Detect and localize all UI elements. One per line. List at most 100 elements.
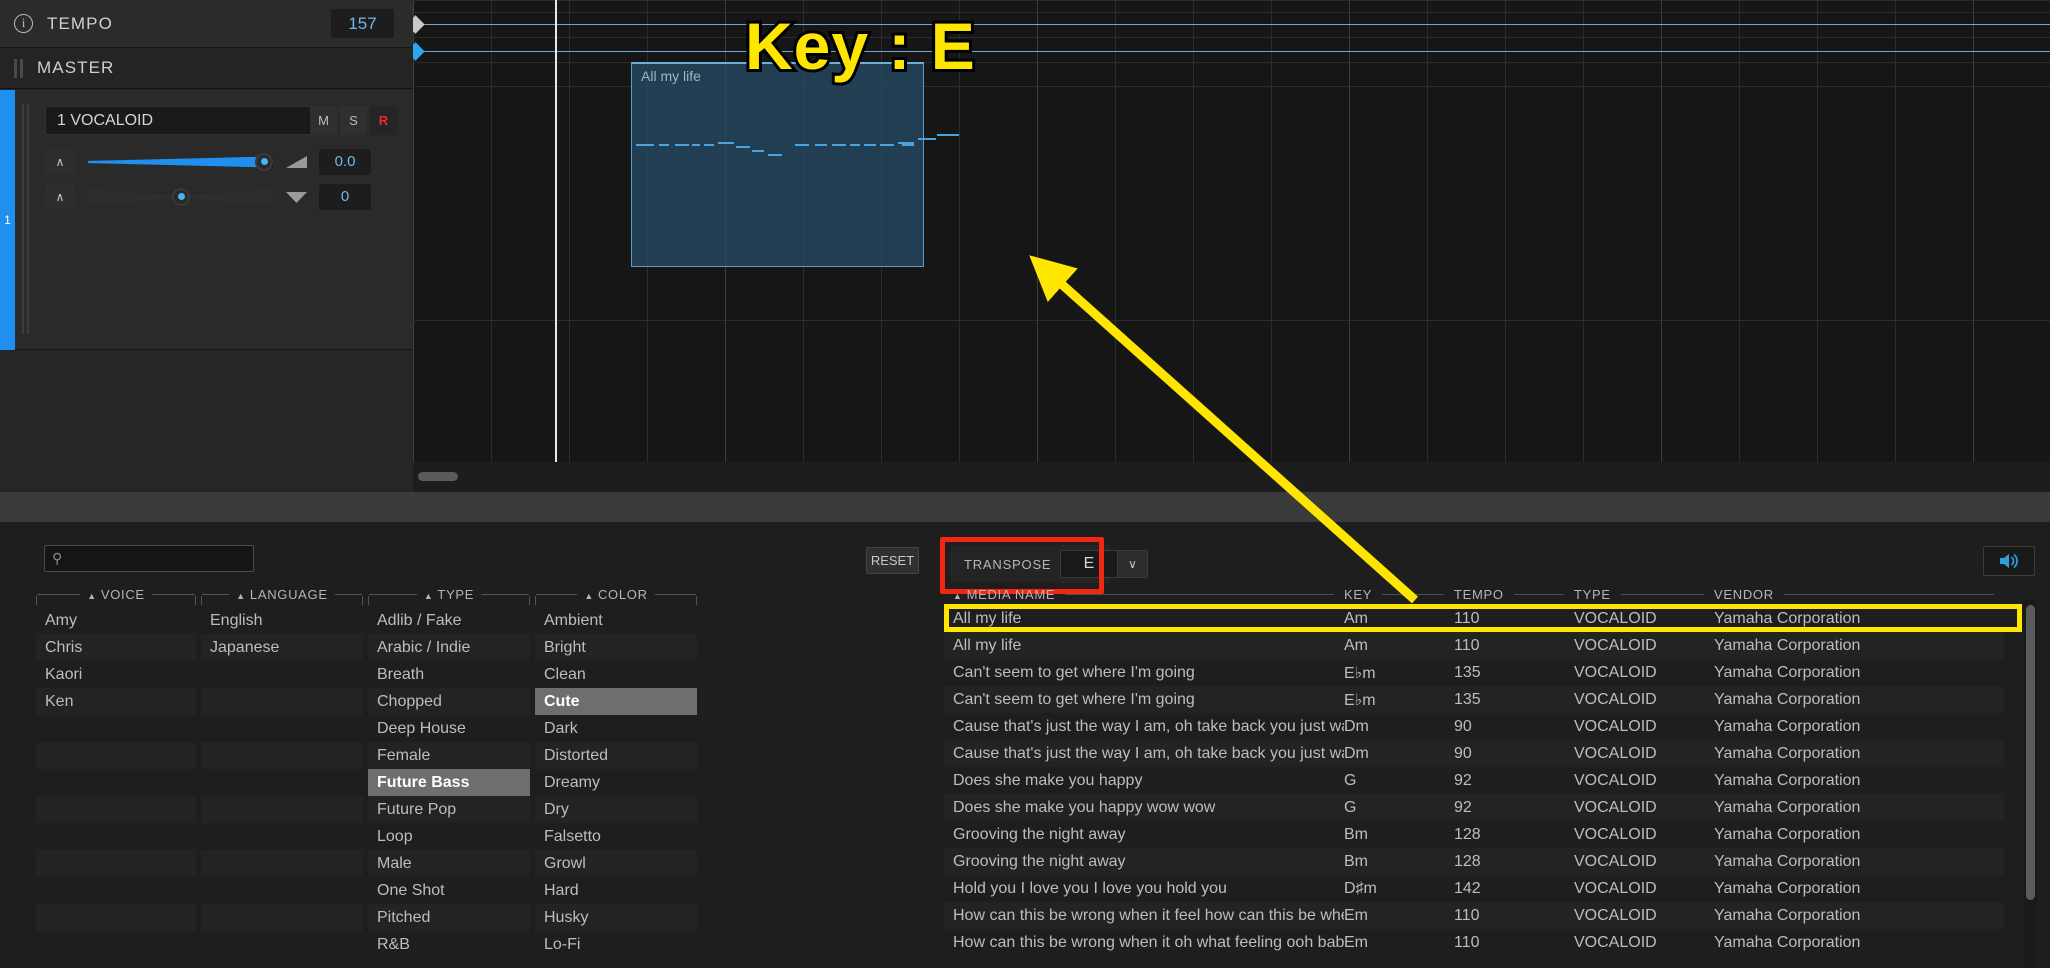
search-field[interactable] <box>66 550 237 567</box>
header-corner <box>529 596 530 605</box>
filter-item[interactable]: Amy <box>36 607 196 634</box>
filter-item[interactable]: Japanese <box>201 634 363 661</box>
table-row[interactable]: Hold you I love you I love you hold you D… <box>944 875 2004 902</box>
table-row[interactable]: How can this be wrong when it oh what fe… <box>944 929 2004 956</box>
filter-item[interactable]: Dry <box>535 796 697 823</box>
filter-header-voice[interactable]: ▲ VOICE <box>36 583 197 605</box>
filter-item[interactable]: Kaori <box>36 661 196 688</box>
media-table-scrollbar[interactable] <box>2023 600 2037 968</box>
volume-value[interactable]: 0.0 <box>319 148 371 175</box>
column-header-label: TYPE <box>1574 586 1611 602</box>
filter-item[interactable]: Bright <box>535 634 697 661</box>
transpose-value[interactable]: E <box>1060 550 1118 578</box>
pan-row: ∧ 0 <box>45 181 385 212</box>
tempo-value[interactable]: 157 <box>331 9 394 38</box>
filter-item[interactable]: Dreamy <box>535 769 697 796</box>
panel-divider[interactable] <box>0 492 2050 522</box>
mute-button[interactable]: M <box>310 106 337 135</box>
filter-item[interactable]: Breath <box>368 661 530 688</box>
cell-name: Cause that's just the way I am, oh take … <box>953 717 1344 735</box>
table-row[interactable]: Grooving the night away Bm 128 VOCALOID Yama… <box>944 848 2004 875</box>
filter-item[interactable]: Adlib / Fake <box>368 607 530 634</box>
audio-clip-all-my-life[interactable]: All my life <box>631 62 959 267</box>
reset-button[interactable]: RESET <box>866 547 919 574</box>
filter-item[interactable]: English <box>201 607 363 634</box>
solo-button[interactable]: S <box>340 106 367 135</box>
track-name-field[interactable]: 1 VOCALOID <box>45 106 325 135</box>
filter-header-type[interactable]: ▲ TYPE <box>368 583 530 605</box>
table-row[interactable]: Grooving the night away Bm 128 VOCALOID Yama… <box>944 821 2004 848</box>
filter-item[interactable]: One Shot <box>368 877 530 904</box>
pan-slider[interactable] <box>88 186 273 208</box>
filter-item[interactable]: Chris <box>36 634 196 661</box>
table-row[interactable]: Can't seem to get where I'm going E♭m 135 V… <box>944 686 2004 713</box>
chevron-down-icon[interactable]: ∨ <box>1118 550 1148 578</box>
filter-item[interactable]: Lo-Fi <box>535 931 697 958</box>
automation-handle-2[interactable] <box>413 42 425 61</box>
filter-item[interactable]: Growl <box>535 850 697 877</box>
filter-item[interactable]: Future Bass <box>368 769 530 796</box>
grid-line-vertical <box>1739 0 1740 462</box>
filter-item-empty <box>201 850 363 877</box>
search-input[interactable]: ⚲ <box>44 545 254 572</box>
pan-expand-button[interactable]: ∧ <box>45 184 75 209</box>
cell-name: Can't seem to get where I'm going <box>953 663 1195 681</box>
filter-item[interactable]: Ken <box>36 688 196 715</box>
filter-item[interactable]: Deep House <box>368 715 530 742</box>
filter-header-language[interactable]: ▲ LANGUAGE <box>201 583 364 605</box>
table-row[interactable]: Cause that's just the way I am, oh take … <box>944 713 2004 740</box>
filter-item[interactable]: Male <box>368 850 530 877</box>
table-row[interactable]: How can this be wrong when it feel how c… <box>944 902 2004 929</box>
automation-lane-1[interactable] <box>413 24 2050 25</box>
filter-item[interactable]: Distorted <box>535 742 697 769</box>
midi-note <box>736 146 750 148</box>
filter-item[interactable]: Dark <box>535 715 697 742</box>
filter-item[interactable]: Female <box>368 742 530 769</box>
column-header-vendor[interactable]: VENDOR <box>1714 583 2004 605</box>
automation-handle-1[interactable] <box>413 15 425 34</box>
timeline-canvas[interactable]: All my life <box>413 0 2050 462</box>
column-header-type[interactable]: TYPE <box>1574 583 1714 605</box>
master-row[interactable]: MASTER <box>0 48 413 89</box>
filter-item[interactable]: Husky <box>535 904 697 931</box>
filter-item[interactable]: Cute <box>535 688 697 715</box>
volume-row: ∧ 0.0 <box>45 146 385 177</box>
audition-button[interactable] <box>1983 546 2035 576</box>
volume-slider-knob[interactable] <box>255 152 273 171</box>
filter-item[interactable]: Falsetto <box>535 823 697 850</box>
filter-item[interactable]: Pitched <box>368 904 530 931</box>
filter-item[interactable]: Hard <box>535 877 697 904</box>
record-button[interactable]: R <box>370 106 397 135</box>
track-number[interactable]: 1 <box>0 90 15 350</box>
table-row[interactable]: Can't seem to get where I'm going E♭m 135 V… <box>944 659 2004 686</box>
filter-item[interactable]: R&B <box>368 931 530 958</box>
table-row[interactable]: All my life Am 110 VOCALOID Yamaha Corporati… <box>944 632 2004 659</box>
filter-header-color[interactable]: ▲ COLOR <box>535 583 697 605</box>
filter-item[interactable]: Loop <box>368 823 530 850</box>
transpose-dropdown[interactable]: E ∨ <box>1060 550 1148 578</box>
table-row[interactable]: Does she make you happy wow wow G 92 VOCALO… <box>944 794 2004 821</box>
filter-item-empty <box>36 904 196 931</box>
automation-lane-2[interactable] <box>413 51 2050 52</box>
filter-item[interactable]: Chopped <box>368 688 530 715</box>
column-header-key[interactable]: KEY <box>1344 583 1454 605</box>
info-icon[interactable]: i <box>14 14 33 33</box>
timeline-scroll-thumb[interactable] <box>418 472 458 481</box>
filter-item[interactable]: Clean <box>535 661 697 688</box>
pan-slider-knob[interactable] <box>172 187 190 206</box>
pan-value[interactable]: 0 <box>319 183 371 210</box>
media-table-scroll-thumb[interactable] <box>2026 605 2035 900</box>
header-rule <box>1382 593 1444 595</box>
timeline-horizontal-scrollbar[interactable] <box>413 462 2050 492</box>
column-header-media-name[interactable]: ▲ MEDIA NAME <box>944 583 1344 605</box>
playhead[interactable] <box>555 0 557 462</box>
table-row[interactable]: All my life Am 110 VOCALOID Yamaha Corporati… <box>944 605 2004 632</box>
volume-expand-button[interactable]: ∧ <box>45 149 75 174</box>
column-header-tempo[interactable]: TEMPO <box>1454 583 1574 605</box>
filter-item[interactable]: Future Pop <box>368 796 530 823</box>
volume-slider[interactable] <box>88 151 273 173</box>
filter-item[interactable]: Arabic / Indie <box>368 634 530 661</box>
filter-item[interactable]: Ambient <box>535 607 697 634</box>
table-row[interactable]: Cause that's just the way I am, oh take … <box>944 740 2004 767</box>
table-row[interactable]: Does she make you happy G 92 VOCALOID Yamaha… <box>944 767 2004 794</box>
